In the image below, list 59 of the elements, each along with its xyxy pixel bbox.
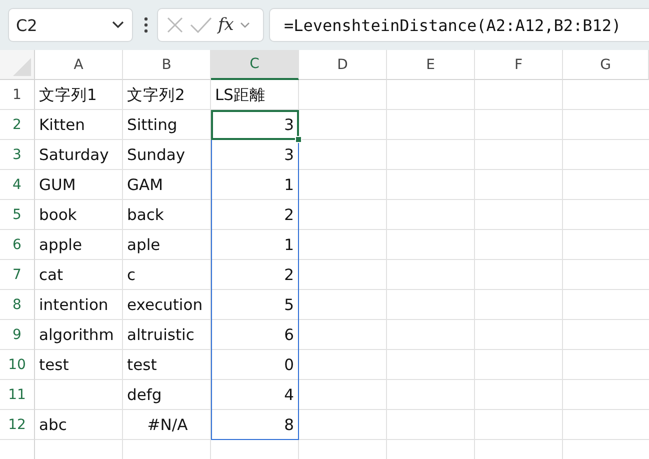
cell[interactable]: defg	[123, 380, 211, 410]
row-header[interactable]: 3	[0, 140, 35, 170]
cell[interactable]: Kitten	[35, 110, 123, 140]
cell[interactable]: Sitting	[123, 110, 211, 140]
row-header[interactable]: 11	[0, 380, 35, 410]
formula-field[interactable]: =LevenshteinDistance(A2:A12,B2:B12)	[269, 8, 649, 42]
row-header[interactable]: 8	[0, 290, 35, 320]
cell[interactable]: abc	[35, 410, 123, 440]
check-icon[interactable]	[190, 17, 212, 33]
column-header[interactable]: C	[211, 50, 299, 80]
cell[interactable]: 3	[211, 110, 299, 140]
cell[interactable]: 文字列2	[123, 80, 211, 110]
cell[interactable]: 5	[211, 290, 299, 320]
row-header[interactable]: 9	[0, 320, 35, 350]
cell[interactable]: aple	[123, 230, 211, 260]
fill-handle[interactable]	[295, 136, 302, 143]
cell[interactable]: book	[35, 200, 123, 230]
cell[interactable]: 8	[211, 410, 299, 440]
insert-function-button[interactable]: fx	[218, 15, 234, 35]
cell[interactable]: test	[123, 350, 211, 380]
cell[interactable]: altruistic	[123, 320, 211, 350]
name-box[interactable]: C2	[8, 8, 133, 42]
cell[interactable]: apple	[35, 230, 123, 260]
cell[interactable]: back	[123, 200, 211, 230]
chevron-down-icon	[112, 21, 124, 29]
select-all-corner[interactable]	[0, 50, 35, 80]
cell[interactable]: 2	[211, 260, 299, 290]
cell[interactable]: GAM	[123, 170, 211, 200]
cell[interactable]: 4	[211, 380, 299, 410]
cell[interactable]: execution	[123, 290, 211, 320]
chevron-down-icon[interactable]	[240, 22, 250, 28]
cell[interactable]: GUM	[35, 170, 123, 200]
cancel-icon[interactable]	[166, 16, 184, 34]
cell[interactable]: #N/A	[123, 410, 211, 440]
cell[interactable]: Saturday	[35, 140, 123, 170]
cell[interactable]: 3	[211, 140, 299, 170]
cell[interactable]: c	[123, 260, 211, 290]
row-header[interactable]: 2	[0, 110, 35, 140]
cell[interactable]: 1	[211, 170, 299, 200]
row-header[interactable]: 5	[0, 200, 35, 230]
cell[interactable]: Sunday	[123, 140, 211, 170]
more-options-icon[interactable]	[144, 17, 148, 33]
cell[interactable]: LS距離	[211, 80, 299, 110]
row-header[interactable]: 7	[0, 260, 35, 290]
row-header[interactable]: 1	[0, 80, 35, 110]
row-header[interactable]: 4	[0, 170, 35, 200]
cell[interactable]: cat	[35, 260, 123, 290]
column-header[interactable]: G	[563, 50, 649, 80]
cell[interactable]: 6	[211, 320, 299, 350]
cell[interactable]: 2	[211, 200, 299, 230]
cell[interactable]: 0	[211, 350, 299, 380]
cell[interactable]: algorithm	[35, 320, 123, 350]
row-header[interactable]: 6	[0, 230, 35, 260]
cell[interactable]: intention	[35, 290, 123, 320]
cell[interactable]: 文字列1	[35, 80, 123, 110]
cell[interactable]: test	[35, 350, 123, 380]
row-header[interactable]: 10	[0, 350, 35, 380]
row-header[interactable]: 12	[0, 410, 35, 440]
cell[interactable]: 1	[211, 230, 299, 260]
